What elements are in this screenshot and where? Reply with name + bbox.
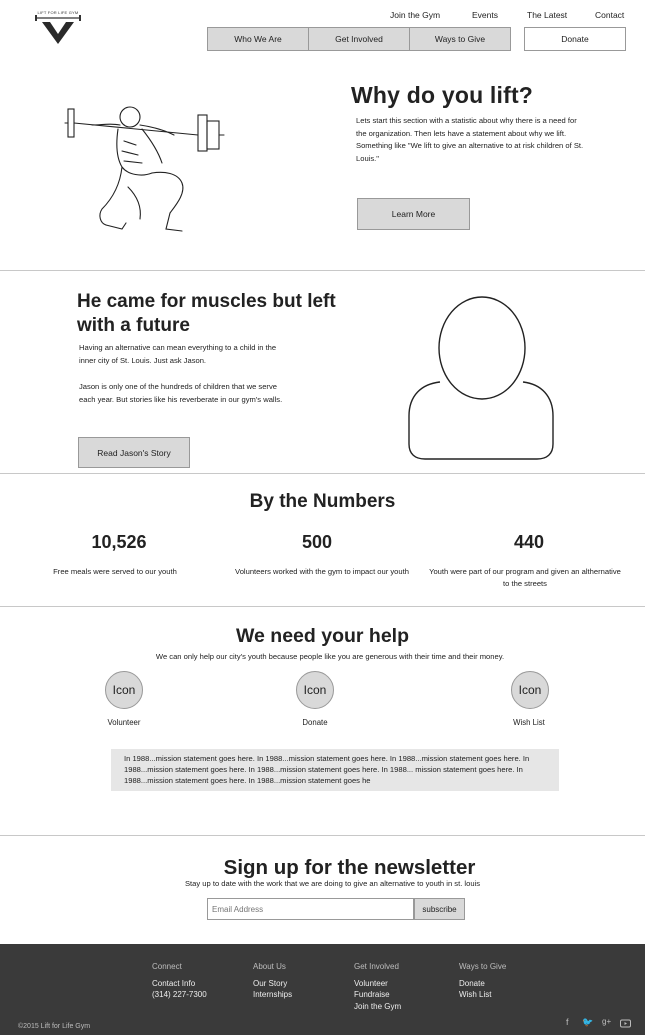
nav-who-we-are[interactable]: Who We Are <box>207 27 309 51</box>
footer-col-get-involved: Get Involved Volunteer Fundraise Join th… <box>354 961 401 1012</box>
footer-link-contact-info[interactable]: Contact Info <box>152 978 207 990</box>
footer-link-fundraise[interactable]: Fundraise <box>354 989 401 1001</box>
twitter-icon[interactable]: 🐦 <box>582 1017 593 1028</box>
copyright: ©2015 Lift for Life Gym <box>18 1023 91 1030</box>
donate-label[interactable]: Donate <box>265 718 365 727</box>
section-divider <box>0 835 645 836</box>
subscribe-button[interactable]: subscribe <box>414 898 465 920</box>
footer-phone[interactable]: (314) 227-7300 <box>152 989 207 1001</box>
stat-value-meals: 10,526 <box>91 532 147 552</box>
person-placeholder-icon <box>408 296 554 460</box>
donate-icon[interactable]: Icon <box>296 671 334 709</box>
volunteer-icon[interactable]: Icon <box>105 671 143 709</box>
footer-heading: Connect <box>152 962 182 971</box>
stat-label-meals: Free meals were served to our youth <box>53 567 177 576</box>
newsletter-title: Sign up for the newsletter <box>223 856 476 879</box>
nav-join-the-gym[interactable]: Join the Gym <box>390 10 440 20</box>
footer-link-donate[interactable]: Donate <box>459 978 506 990</box>
footer-link-join-the-gym[interactable]: Join the Gym <box>354 1001 401 1013</box>
stat-value-volunteers: 500 <box>301 532 333 552</box>
section-divider <box>0 270 645 271</box>
learn-more-button[interactable]: Learn More <box>357 198 470 230</box>
mission-statement: In 1988...mission statement goes here. I… <box>111 749 559 791</box>
story-paragraph-1: Having an alternative can mean everythin… <box>79 343 277 365</box>
footer-link-internships[interactable]: Internships <box>253 989 292 1001</box>
footer-heading: About Us <box>253 962 286 971</box>
logo-lifter-icon <box>35 15 81 44</box>
section-divider <box>0 606 645 607</box>
story-paragraph-2: Jason is only one of the hundreds of chi… <box>79 382 283 404</box>
google-plus-icon[interactable]: g+ <box>602 1017 611 1026</box>
footer-link-volunteer[interactable]: Volunteer <box>354 978 401 990</box>
nav-contact[interactable]: Contact <box>595 10 624 20</box>
section-divider <box>0 473 645 474</box>
footer-heading: Get Involved <box>354 962 399 971</box>
email-input[interactable] <box>207 898 414 920</box>
footer-col-ways-to-give: Ways to Give Donate Wish List <box>459 961 506 1001</box>
footer-col-connect: Connect Contact Info (314) 227-7300 <box>152 961 207 1001</box>
story-title: He came for muscles but left with a futu… <box>77 291 336 336</box>
facebook-icon[interactable]: f <box>566 1017 569 1027</box>
footer-link-our-story[interactable]: Our Story <box>253 978 292 990</box>
volunteer-label[interactable]: Volunteer <box>74 718 174 727</box>
site-logo[interactable]: LIFT FOR LIFE GYM <box>30 10 86 50</box>
footer-link-wish-list[interactable]: Wish List <box>459 989 506 1001</box>
wish-list-icon[interactable]: Icon <box>511 671 549 709</box>
numbers-title: By the Numbers <box>249 491 396 512</box>
footer-heading: Ways to Give <box>459 962 507 971</box>
help-subtitle: We can only help our city's youth becaus… <box>155 652 505 661</box>
youtube-icon[interactable] <box>620 1017 631 1028</box>
nav-the-latest[interactable]: The Latest <box>527 10 567 20</box>
weightlifter-illustration <box>64 106 225 232</box>
nav-events[interactable]: Events <box>472 10 498 20</box>
read-jasons-story-button[interactable]: Read Jason's Story <box>78 437 190 468</box>
footer-col-about: About Us Our Story Internships <box>253 961 292 1001</box>
nav-get-involved[interactable]: Get Involved <box>309 27 410 51</box>
hero-text: Lets start this section with a statistic… <box>356 116 584 163</box>
mission-text: In 1988...mission statement goes here. I… <box>124 754 530 785</box>
stat-label-youth: Youth were part of our program and given… <box>429 567 621 588</box>
donate-button[interactable]: Donate <box>524 27 626 51</box>
newsletter-subtitle: Stay up to date with the work that we ar… <box>184 879 481 888</box>
main-nav: Who We Are Get Involved Ways to Give <box>207 27 511 51</box>
stat-label-volunteers: Volunteers worked with the gym to impact… <box>235 567 409 576</box>
stat-value-youth: 440 <box>513 532 545 552</box>
footer: Connect Contact Info (314) 227-7300 Abou… <box>0 944 645 1035</box>
nav-ways-to-give[interactable]: Ways to Give <box>410 27 511 51</box>
help-title: We need your help <box>235 625 409 647</box>
hero-title: Why do you lift? <box>351 82 534 108</box>
wish-list-label[interactable]: Wish List <box>479 718 579 727</box>
